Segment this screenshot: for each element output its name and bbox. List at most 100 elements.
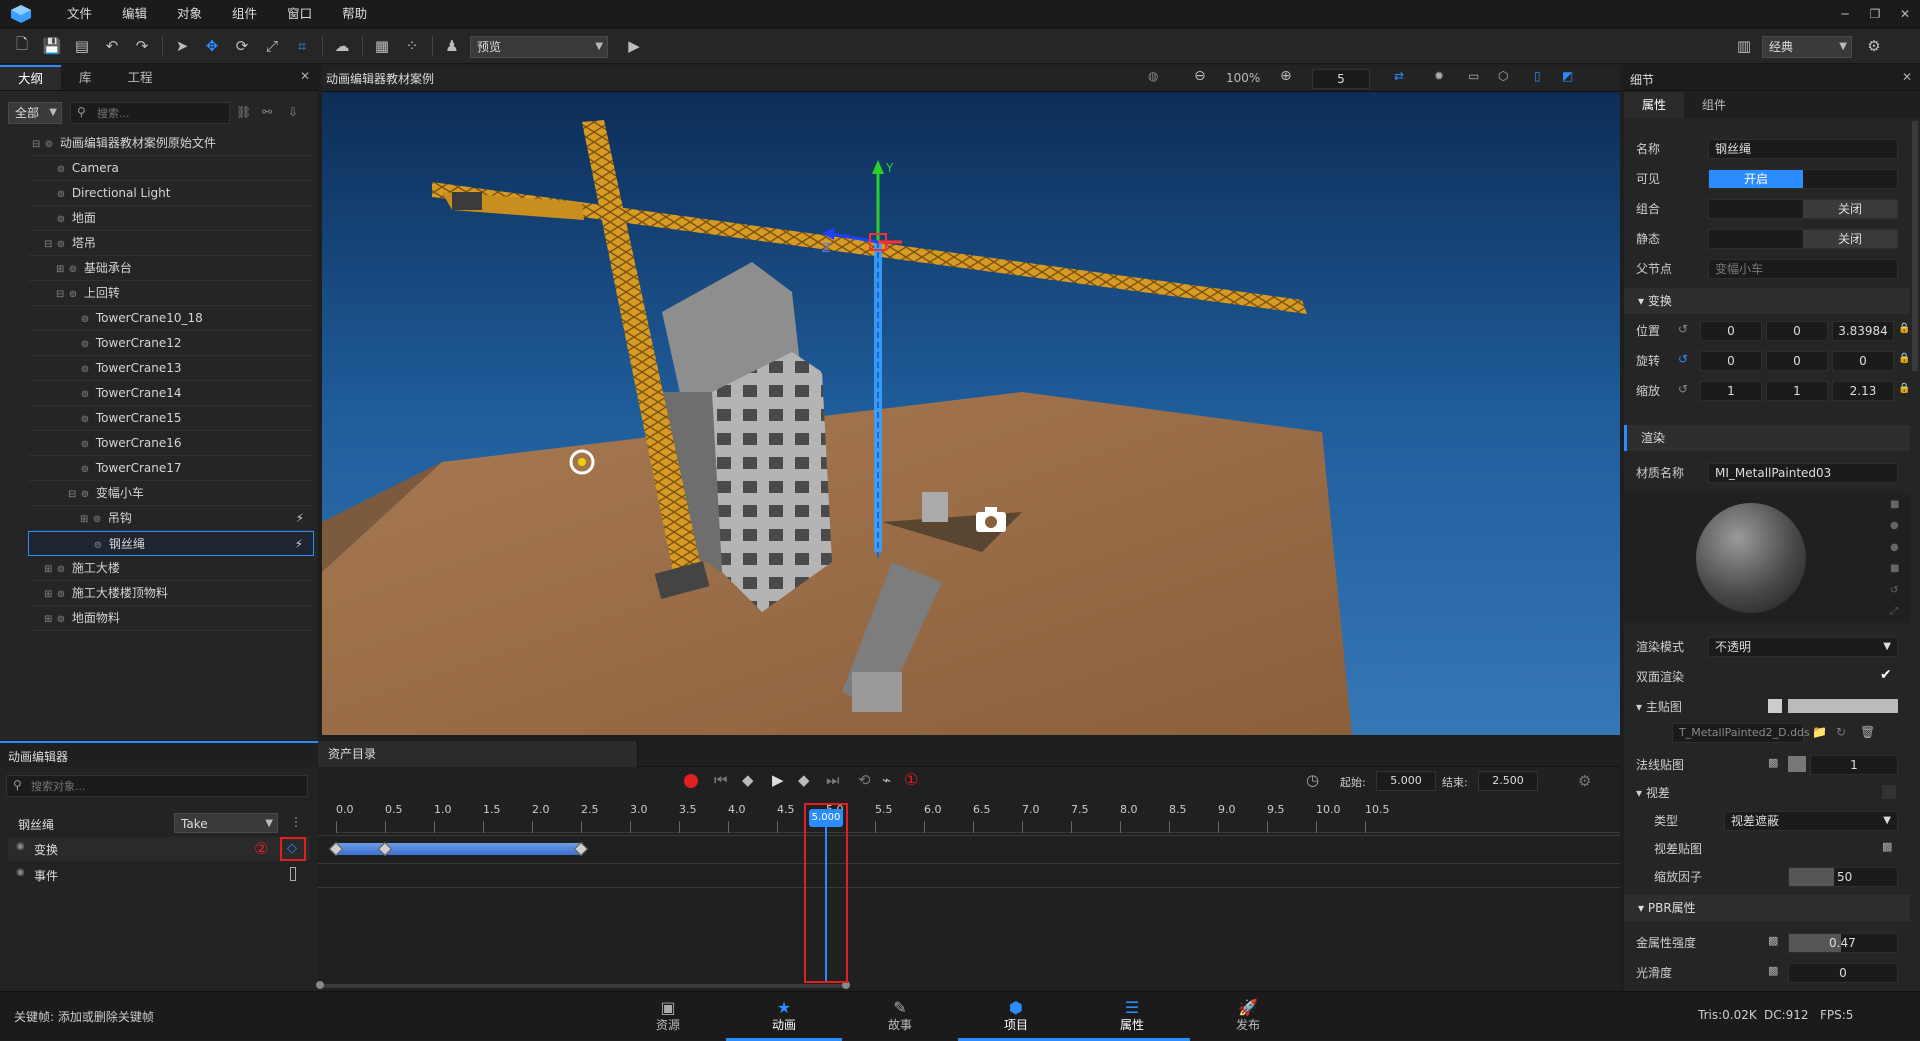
filter-select[interactable]: 全部 ▼ (8, 102, 62, 124)
3d-scene[interactable]: Y Z (322, 92, 1620, 735)
event-marker-icon[interactable] (290, 867, 296, 881)
prev-key-icon[interactable]: ◆ (742, 771, 754, 789)
tree-item[interactable]: ⊚ TowerCrane16 (28, 431, 314, 456)
camera-view-icon[interactable]: ▭ (1468, 69, 1479, 83)
zoom-in-icon[interactable]: ⊕ (1280, 68, 1292, 84)
bottom-tab-animation[interactable]: ★ 动画 (726, 992, 842, 1041)
preview-expand-icon[interactable]: ⤢ (1890, 606, 1902, 617)
take-select[interactable]: Take ▼ (174, 813, 278, 833)
name-field[interactable]: 钢丝绳 (1708, 139, 1898, 159)
cloud-icon[interactable]: ☁ (330, 34, 354, 58)
menu-window[interactable]: 窗口 (272, 0, 327, 28)
expand-toggle-icon[interactable]: ⊞ (44, 582, 54, 607)
refresh-icon[interactable]: ↻ (1836, 725, 1846, 739)
expand-toggle-icon[interactable]: ⊟ (44, 232, 54, 257)
anim-search-input[interactable] (31, 777, 301, 795)
render-mode-select[interactable]: 不透明 ▼ (1708, 637, 1898, 657)
menu-component[interactable]: 组件 (217, 0, 272, 28)
close-panel-icon[interactable]: ✕ (1902, 70, 1912, 84)
record-button[interactable] (684, 774, 698, 788)
preview-cube-icon[interactable]: ■ (1890, 563, 1902, 574)
shield-icon[interactable]: ◍ (1148, 69, 1158, 83)
smooth-value[interactable]: 0 (1788, 963, 1898, 983)
undo-icon[interactable]: ↶ (100, 34, 124, 58)
preview-select[interactable]: 预览 ▼ (470, 36, 608, 58)
transform-track-lane[interactable] (328, 837, 1620, 861)
expand-toggle-icon[interactable]: ⊞ (44, 557, 54, 582)
tree-item[interactable]: ⊚ TowerCrane12 (28, 331, 314, 356)
play-icon[interactable]: ▶ (622, 34, 646, 58)
tree-item[interactable]: ⊞ ⊚ 施工大楼 (28, 556, 314, 581)
tree-item[interactable]: ⊚ Directional Light (28, 181, 314, 206)
normal-swatch[interactable] (1788, 756, 1806, 772)
checker-icon[interactable]: ▩ (1882, 840, 1892, 853)
lock-icon[interactable]: 🔒 (1898, 353, 1910, 364)
settings-icon[interactable]: ⚙ (1862, 34, 1886, 58)
rotation-z[interactable]: 0 (1832, 351, 1894, 371)
user-icon[interactable]: ♟ (440, 34, 464, 58)
reset-icon[interactable]: ↺ (1678, 382, 1688, 396)
playhead-label[interactable]: 5.000 (809, 809, 843, 827)
expand-toggle-icon[interactable]: ⊞ (80, 507, 90, 532)
preview-reset-icon[interactable]: ↺ (1890, 585, 1902, 596)
tab-components[interactable]: 组件 (1684, 92, 1744, 118)
new-file-icon[interactable]: 🗋 (10, 34, 34, 58)
tree-item[interactable]: ⊚ TowerCrane13 (28, 356, 314, 381)
light-icon[interactable]: ✹ (1434, 69, 1444, 83)
material-field[interactable]: MI_MetallPainted03 (1708, 463, 1898, 483)
reset-icon[interactable]: ↺ (1678, 352, 1688, 366)
details-scrollbar[interactable] (1912, 121, 1918, 371)
scale-y[interactable]: 1 (1766, 381, 1828, 401)
next-key-icon[interactable]: ◆ (798, 771, 810, 789)
bottom-tab-story[interactable]: ✎ 故事 (842, 992, 958, 1041)
menu-help[interactable]: 帮助 (327, 0, 382, 28)
parallax-checkbox[interactable] (1882, 785, 1896, 799)
close-window-icon[interactable]: ✕ (1890, 0, 1920, 28)
tree-item[interactable]: ⊞ ⊚ 基础承台 (28, 256, 314, 281)
expand-toggle-icon[interactable]: ⊟ (32, 132, 42, 157)
expand-toggle-icon[interactable]: ⊞ (56, 257, 66, 282)
tree-item[interactable]: ⊚ TowerCrane14 (28, 381, 314, 406)
visible-toggle[interactable]: 开启 (1708, 169, 1898, 189)
position-y[interactable]: 0 (1766, 321, 1828, 341)
save-all-icon[interactable]: ▤ (70, 34, 94, 58)
bottom-tab-properties[interactable]: ☰ 属性 (1074, 992, 1190, 1041)
menu-object[interactable]: 对象 (162, 0, 217, 28)
settings-icon[interactable]: ⚙ (1578, 772, 1591, 790)
track-events[interactable]: ◉ 事件 (8, 863, 310, 887)
zoom-out-icon[interactable]: ⊖ (1194, 68, 1206, 84)
render-section[interactable]: 渲染 (1624, 425, 1910, 451)
tree-item[interactable]: ⊚ 地面 (28, 206, 314, 231)
skip-start-icon[interactable]: ⏮ (714, 771, 728, 789)
tree-item[interactable]: ⊞ ⊚ 施工大楼楼顶物料 (28, 581, 314, 606)
more-icon[interactable]: ⋮ (290, 815, 302, 829)
loop-icon[interactable]: ⟲ (858, 771, 871, 789)
group-toggle[interactable]: 关闭 (1708, 199, 1898, 219)
expand-toggle-icon[interactable]: ⊞ (44, 607, 54, 632)
tree-item[interactable]: ⊞ ⊚ 地面物料 (28, 606, 314, 631)
skip-end-icon[interactable]: ⏭ (826, 771, 840, 789)
move-tool-icon[interactable]: ✥ (200, 34, 224, 58)
position-x[interactable]: 0 (1700, 321, 1762, 341)
tree-item[interactable]: ⊚ TowerCrane10_18 (28, 306, 314, 331)
tab-attributes[interactable]: 属性 (1624, 92, 1685, 118)
preview-plane-icon[interactable]: ■ (1890, 499, 1902, 510)
type-select[interactable]: 视差遮蔽 ▼ (1724, 811, 1898, 831)
expand-toggle-icon[interactable]: ⊟ (68, 482, 78, 507)
menu-file[interactable]: 文件 (52, 0, 107, 28)
bottom-tab-assets[interactable]: ▣ 资源 (610, 992, 726, 1041)
play-icon[interactable]: ▶ (772, 771, 784, 789)
tree-item[interactable]: ⊚ Camera (28, 156, 314, 181)
tree-item[interactable]: ⊚ TowerCrane17 (28, 456, 314, 481)
camera-sync-icon[interactable]: ⇄ (1394, 69, 1404, 83)
coordinate-icon[interactable]: ⌗ (290, 34, 314, 58)
menu-edit[interactable]: 编辑 (107, 0, 162, 28)
eye-icon[interactable]: ◉ (16, 841, 25, 852)
stats-icon[interactable]: ◩ (1562, 69, 1573, 83)
rotation-y[interactable]: 0 (1766, 351, 1828, 371)
tree-item[interactable]: ⊟ ⊚ 变幅小车 (28, 481, 314, 506)
transform-section[interactable]: ▾ 变换 (1624, 288, 1910, 314)
folder-icon[interactable]: 📁 (1812, 725, 1827, 739)
pbr-section[interactable]: ▾ PBR属性 (1624, 895, 1910, 921)
scroll-handle-left[interactable] (316, 981, 324, 989)
